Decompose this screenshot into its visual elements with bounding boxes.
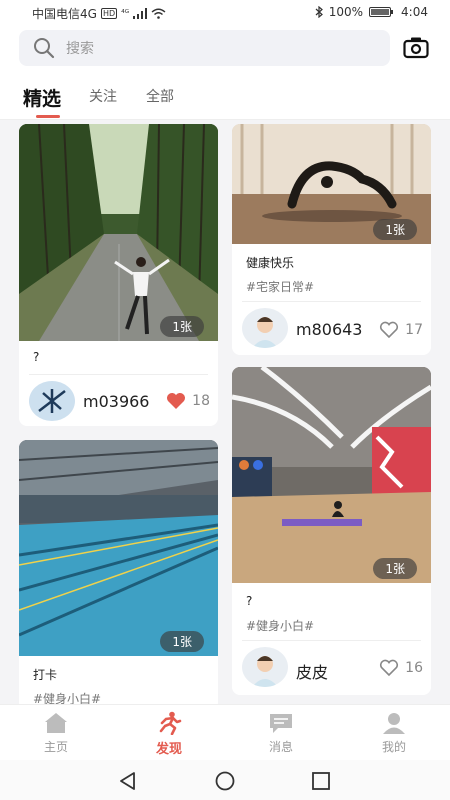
nav-home-label: 主页	[43, 740, 68, 754]
post-card[interactable]: 1张 ? #健身小白# 皮皮 16	[232, 367, 431, 695]
post-title: 打卡	[33, 668, 58, 682]
photo-count-badge: 1张	[373, 219, 417, 240]
carrier-label: 中国电信4G	[32, 7, 97, 21]
tab-bar: 精选 关注 全部	[0, 72, 450, 120]
message-icon	[270, 714, 292, 733]
nav-messages[interactable]: 消息	[251, 711, 311, 755]
post-card[interactable]: 1张 健康快乐 #宅家日常# m80643 17	[232, 124, 431, 355]
nav-profile-label: 我的	[381, 740, 406, 754]
battery-percent: 100%	[328, 5, 364, 19]
heart-outline-icon	[380, 321, 399, 339]
yoga-pose-photo[interactable]: 1张	[232, 124, 431, 244]
nav-profile[interactable]: 我的	[364, 711, 424, 755]
heart-filled-icon	[167, 393, 186, 409]
status-bar: 中国电信4G HD ⁴ᴳ 100% 4:04	[0, 0, 450, 26]
wifi-icon	[151, 8, 166, 19]
camera-icon[interactable]	[403, 36, 429, 60]
like-button[interactable]: 16	[379, 659, 423, 677]
gym-hall-photo[interactable]: 1张	[232, 367, 431, 583]
forest-road-photo[interactable]: 1张	[19, 124, 218, 341]
nav-messages-label: 消息	[268, 740, 293, 754]
signal-icon	[133, 8, 148, 19]
search-input[interactable]: 搜索	[19, 30, 390, 66]
bottom-nav: 主页 发现 消息 我的	[0, 704, 450, 760]
hd-badge: HD	[100, 8, 118, 19]
like-button[interactable]: 18	[166, 392, 210, 410]
home-button-icon[interactable]	[214, 770, 236, 792]
post-title: ?	[33, 350, 40, 364]
post-tag[interactable]: #宅家日常#	[246, 278, 314, 295]
tab-featured[interactable]: 精选	[23, 84, 61, 111]
tab-all[interactable]: 全部	[146, 86, 174, 106]
profile-icon	[383, 713, 405, 734]
tab-underline	[36, 115, 60, 118]
avatar[interactable]	[242, 647, 288, 687]
post-tag[interactable]: #健身小白#	[33, 690, 101, 704]
photo-count-badge: 1张	[160, 316, 204, 337]
photo-count-badge: 1张	[373, 558, 417, 579]
feed: 1张 ? m03966 18 1张 健康快乐 #宅家日常# m80643 17 …	[0, 120, 450, 704]
username[interactable]: m03966	[83, 392, 149, 411]
post-title: ?	[246, 594, 253, 608]
username[interactable]: 皮皮	[296, 659, 328, 683]
runner-icon	[159, 711, 182, 735]
avatar[interactable]	[29, 381, 75, 421]
back-icon[interactable]	[117, 770, 139, 792]
card-divider	[29, 374, 208, 375]
like-count: 16	[405, 660, 423, 676]
post-title: 健康快乐	[246, 256, 295, 270]
tab-following[interactable]: 关注	[89, 86, 117, 106]
swimming-pool-photo[interactable]: 1张	[19, 440, 218, 656]
photo-count-badge: 1张	[160, 631, 204, 652]
recents-icon[interactable]	[310, 770, 332, 792]
post-tag[interactable]: #健身小白#	[246, 617, 314, 634]
like-count: 18	[192, 393, 210, 409]
system-nav-bar	[0, 760, 450, 800]
search-row: 搜索	[0, 26, 450, 72]
search-icon	[34, 38, 55, 59]
clock: 4:04	[401, 5, 428, 19]
post-card[interactable]: 1张 ? m03966 18	[19, 124, 218, 426]
like-count: 17	[405, 322, 423, 338]
card-divider	[242, 640, 421, 641]
nav-discover[interactable]: 发现	[139, 711, 199, 757]
network-type: ⁴ᴳ	[121, 8, 130, 19]
username[interactable]: m80643	[296, 320, 362, 339]
bluetooth-icon	[315, 6, 323, 18]
post-card[interactable]: 1张 打卡 #健身小白#	[19, 440, 218, 704]
like-button[interactable]: 17	[379, 321, 423, 339]
avatar[interactable]	[242, 308, 288, 348]
home-icon	[45, 713, 67, 733]
heart-outline-icon	[380, 659, 399, 677]
nav-home[interactable]: 主页	[26, 711, 86, 755]
battery-icon	[369, 7, 394, 17]
nav-discover-label: 发现	[155, 742, 182, 757]
search-placeholder: 搜索	[66, 41, 94, 57]
card-divider	[242, 301, 421, 302]
